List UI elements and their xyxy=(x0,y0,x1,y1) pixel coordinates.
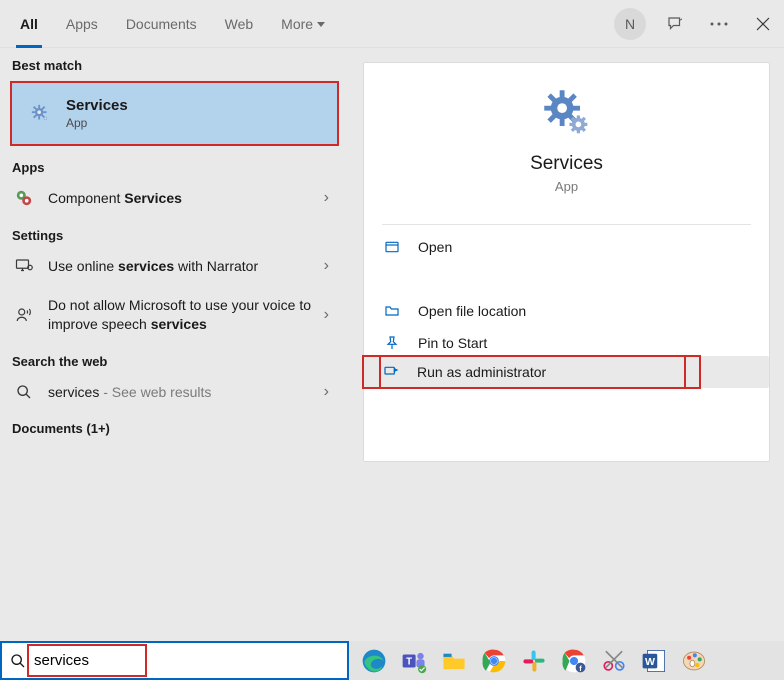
chevron-right-icon: › xyxy=(324,257,335,275)
chevron-down-icon xyxy=(317,22,325,27)
pin-icon xyxy=(382,335,402,351)
tab-documents[interactable]: Documents xyxy=(112,0,211,48)
section-search-web: Search the web xyxy=(0,344,349,373)
section-documents: Documents (1+) xyxy=(0,411,349,440)
tab-more[interactable]: More xyxy=(267,0,339,48)
result-title: Services xyxy=(66,97,128,114)
action-run-as-administrator[interactable]: Run as administrator xyxy=(363,356,685,388)
result-subtitle: App xyxy=(66,116,128,130)
detail-title: Services xyxy=(364,153,769,175)
result-narrator-services[interactable]: Use online services with Narrator › xyxy=(0,247,349,286)
gear-icon xyxy=(30,103,52,125)
taskbar-explorer-icon[interactable] xyxy=(437,644,471,678)
tab-web[interactable]: Web xyxy=(211,0,268,48)
open-icon xyxy=(382,239,402,255)
section-settings: Settings xyxy=(0,218,349,247)
result-component-services[interactable]: Component Services › xyxy=(0,179,349,218)
taskbar-search[interactable] xyxy=(0,641,349,680)
component-services-icon xyxy=(14,189,34,207)
divider xyxy=(382,224,751,225)
speech-icon xyxy=(14,306,34,324)
detail-panel: Services App Open Open file location Pin… xyxy=(349,48,784,641)
action-open[interactable]: Open xyxy=(364,231,769,263)
action-open-file-location[interactable]: Open file location xyxy=(364,295,769,327)
detail-subtitle: App xyxy=(364,179,769,194)
monitor-icon xyxy=(14,257,34,275)
tab-all[interactable]: All xyxy=(6,0,52,48)
taskbar-teams-icon[interactable]: T xyxy=(397,644,431,678)
result-services-app[interactable]: Services App xyxy=(10,81,339,146)
chevron-right-icon: › xyxy=(324,306,335,324)
svg-text:W: W xyxy=(645,656,655,668)
feedback-icon[interactable] xyxy=(660,9,690,39)
tab-apps[interactable]: Apps xyxy=(52,0,112,48)
chevron-right-icon: › xyxy=(324,189,335,207)
search-icon xyxy=(14,384,34,400)
close-button[interactable] xyxy=(748,9,778,39)
taskbar-edge-icon[interactable] xyxy=(357,644,391,678)
folder-icon xyxy=(382,303,402,319)
more-options-icon[interactable] xyxy=(704,9,734,39)
chevron-right-icon: › xyxy=(324,383,335,401)
result-web-services[interactable]: services - See web results › xyxy=(0,373,349,412)
results-panel: Best match Services App Apps Component S… xyxy=(0,48,349,641)
taskbar-word-icon[interactable]: W xyxy=(637,644,671,678)
taskbar: T f W xyxy=(0,641,784,680)
taskbar-slack-icon[interactable] xyxy=(517,644,551,678)
filter-tabs: All Apps Documents Web More N xyxy=(0,0,784,48)
taskbar-paint-icon[interactable] xyxy=(677,644,711,678)
services-app-icon xyxy=(541,87,593,139)
action-pin-start[interactable]: Pin to Start xyxy=(364,327,769,359)
search-input[interactable] xyxy=(34,643,347,678)
svg-text:T: T xyxy=(406,656,412,667)
result-speech-services[interactable]: Do not allow Microsoft to use your voice… xyxy=(0,286,349,344)
section-best-match: Best match xyxy=(0,48,349,77)
taskbar-snip-icon[interactable] xyxy=(597,644,631,678)
section-apps: Apps xyxy=(0,150,349,179)
shield-icon xyxy=(381,364,401,380)
user-avatar[interactable]: N xyxy=(614,8,646,40)
taskbar-chrome-beta-icon[interactable]: f xyxy=(557,644,591,678)
search-icon xyxy=(2,653,34,669)
taskbar-chrome-icon[interactable] xyxy=(477,644,511,678)
